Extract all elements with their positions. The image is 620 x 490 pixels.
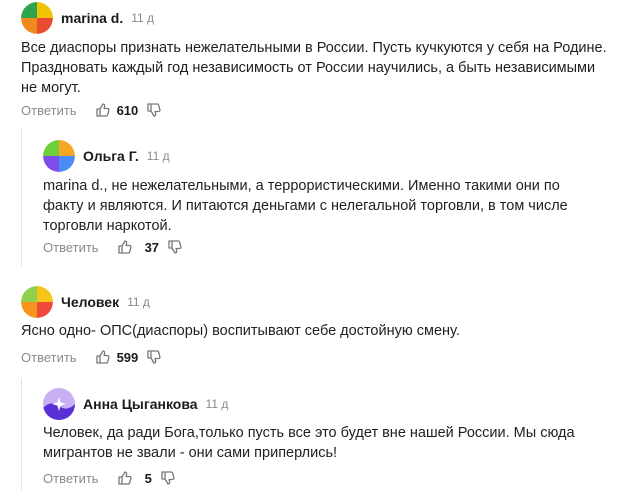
- comment-text-line: Праздновать каждый год независимость от …: [21, 60, 596, 76]
- comment-text-line: marina d., не нежелательными, а террорис…: [43, 178, 560, 194]
- comment-text: marina d., не нежелательными, а террорис…: [43, 176, 568, 236]
- comment-header: marina d. 11 д: [21, 2, 154, 34]
- like-icon[interactable]: [117, 470, 133, 486]
- dislike-icon[interactable]: [146, 349, 162, 365]
- like-count: 5: [144, 470, 152, 486]
- avatar[interactable]: [21, 286, 53, 318]
- comment: Человек 11 д Ясно одно- ОПС(диаспоры) во…: [21, 286, 616, 368]
- author-name[interactable]: marina d.: [61, 10, 123, 26]
- dislike-icon[interactable]: [167, 239, 183, 255]
- comment-text-line: мигрантов не звали - они сами приперлись…: [43, 445, 338, 461]
- avatar[interactable]: [43, 140, 75, 172]
- comment-actions: Ответить 37: [43, 237, 183, 257]
- reply-comment: Ольга Г. 11 д marina d., не нежелательны…: [43, 140, 618, 260]
- avatar[interactable]: [43, 388, 75, 420]
- like-icon[interactable]: [95, 349, 111, 365]
- comment-text: Человек, да ради Бога,только пусть все э…: [43, 423, 575, 463]
- comment-text-line: Все диаспоры признать нежелательными в Р…: [21, 40, 607, 56]
- like-count: 37: [144, 239, 160, 255]
- dislike-icon[interactable]: [160, 470, 176, 486]
- comment-header: Анна Цыганкова 11 д: [43, 388, 228, 420]
- timestamp: 11 д: [146, 149, 170, 163]
- comment-text-line: Ясно одно- ОПС(диаспоры) воспитывают себ…: [21, 323, 460, 339]
- comment-header: Человек 11 д: [21, 286, 150, 318]
- comment-text-line: факту и являются. И питаются деньгами с …: [43, 198, 568, 214]
- comment-text-line: Человек, да ради Бога,только пусть все э…: [43, 425, 575, 441]
- comment-text-line: торговли наркотой.: [43, 218, 172, 234]
- timestamp: 11 д: [131, 11, 155, 25]
- reply-button[interactable]: Ответить: [21, 350, 77, 365]
- comment-actions: Ответить 610: [21, 100, 162, 120]
- thread-line: [21, 128, 22, 266]
- like-count: 610: [116, 102, 139, 118]
- timestamp: 11 д: [205, 397, 229, 411]
- like-icon[interactable]: [95, 102, 111, 118]
- comment-text: Ясно одно- ОПС(диаспоры) воспитывают себ…: [21, 321, 460, 341]
- comment-text-line: не могут.: [21, 80, 81, 96]
- comment: marina d. 11 д Все диаспоры признать неж…: [21, 2, 616, 122]
- reply-comment: Анна Цыганкова 11 д Человек, да ради Бог…: [43, 388, 618, 488]
- author-name[interactable]: Анна Цыганкова: [83, 396, 198, 412]
- comment-text: Все диаспоры признать нежелательными в Р…: [21, 38, 607, 98]
- reply-button[interactable]: Ответить: [21, 103, 77, 118]
- reply-button[interactable]: Ответить: [43, 240, 99, 255]
- comment-actions: Ответить 5: [43, 468, 176, 488]
- avatar[interactable]: [21, 2, 53, 34]
- comment-header: Ольга Г. 11 д: [43, 140, 170, 172]
- thread-line: [21, 378, 22, 490]
- like-icon[interactable]: [117, 239, 133, 255]
- reply-button[interactable]: Ответить: [43, 471, 99, 486]
- like-count: 599: [116, 349, 139, 365]
- dislike-icon[interactable]: [146, 102, 162, 118]
- timestamp: 11 д: [127, 295, 150, 309]
- comment-actions: Ответить 599: [21, 347, 162, 367]
- author-name[interactable]: Ольга Г.: [83, 148, 139, 164]
- author-name[interactable]: Человек: [61, 294, 119, 310]
